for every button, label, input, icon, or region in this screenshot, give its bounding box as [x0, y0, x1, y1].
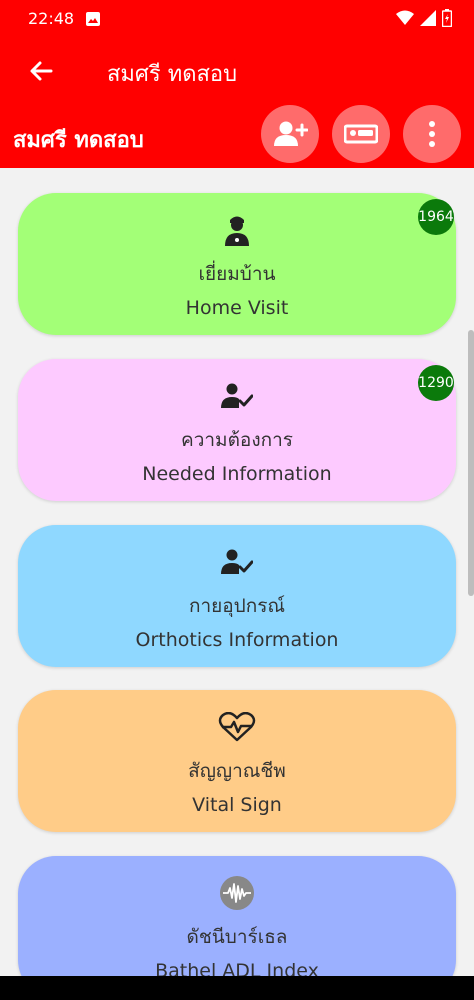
- status-time: 22:48: [28, 9, 75, 28]
- image-notification-icon: [86, 11, 100, 30]
- card-thai-label: ความต้องการ: [181, 429, 293, 451]
- add-person-button[interactable]: [261, 105, 319, 163]
- card-thai-label: กายอุปกรณ์: [188, 595, 286, 617]
- card-english-label: Needed Information: [142, 463, 332, 485]
- patient-header: สมศรี ทดสอบ: [0, 104, 474, 168]
- card-english-label: Orthotics Information: [135, 629, 339, 651]
- back-button[interactable]: [24, 54, 58, 88]
- patient-name: สมศรี ทดสอบ: [13, 128, 144, 153]
- card-english-label: Bathel ADL Index: [155, 960, 319, 976]
- card-thai-label: สัญญาณชีพ: [188, 760, 286, 782]
- person-check-icon: [18, 377, 456, 415]
- more-options-button[interactable]: [403, 105, 461, 163]
- bed-button[interactable]: [332, 105, 390, 163]
- scrollbar[interactable]: [468, 330, 474, 596]
- status-bar: 22:48: [0, 0, 474, 38]
- card-vital-sign[interactable]: สัญญาณชีพ Vital Sign: [18, 690, 456, 832]
- person-add-icon: [274, 121, 308, 146]
- more-vert-icon: [429, 121, 435, 147]
- count-badge: 1290: [418, 365, 454, 401]
- card-bathel-adl-index[interactable]: ดัชนีบาร์เธล Bathel ADL Index: [18, 856, 456, 976]
- nurse-icon: [18, 211, 456, 249]
- bed-icon: [344, 124, 378, 144]
- arrow-back-icon: [30, 61, 53, 81]
- navigation-bar: [0, 976, 474, 1000]
- count-badge: 1964: [418, 199, 454, 235]
- card-needed-information[interactable]: ความต้องการ Needed Information 1290: [18, 359, 456, 501]
- card-thai-label: เยี่ยมบ้าน: [198, 263, 276, 285]
- person-check-icon: [18, 543, 456, 581]
- wifi-icon: [396, 10, 414, 30]
- battery-icon: [441, 9, 453, 31]
- card-home-visit[interactable]: เยี่ยมบ้าน Home Visit 1964: [18, 193, 456, 335]
- signal-icon: [420, 10, 436, 30]
- page-title: สมศรี ทดสอบ: [107, 62, 238, 87]
- card-orthotics-information[interactable]: กายอุปกรณ์ Orthotics Information: [18, 525, 456, 667]
- app-bar: สมศรี ทดสอบ: [0, 38, 474, 104]
- waveform-icon: [18, 874, 456, 912]
- card-english-label: Home Visit: [185, 297, 289, 319]
- card-english-label: Vital Sign: [192, 794, 282, 816]
- menu-list[interactable]: เยี่ยมบ้าน Home Visit 1964 ความต้องการ N…: [0, 168, 474, 976]
- card-thai-label: ดัชนีบาร์เธล: [186, 926, 288, 948]
- heartbeat-icon: [18, 708, 456, 746]
